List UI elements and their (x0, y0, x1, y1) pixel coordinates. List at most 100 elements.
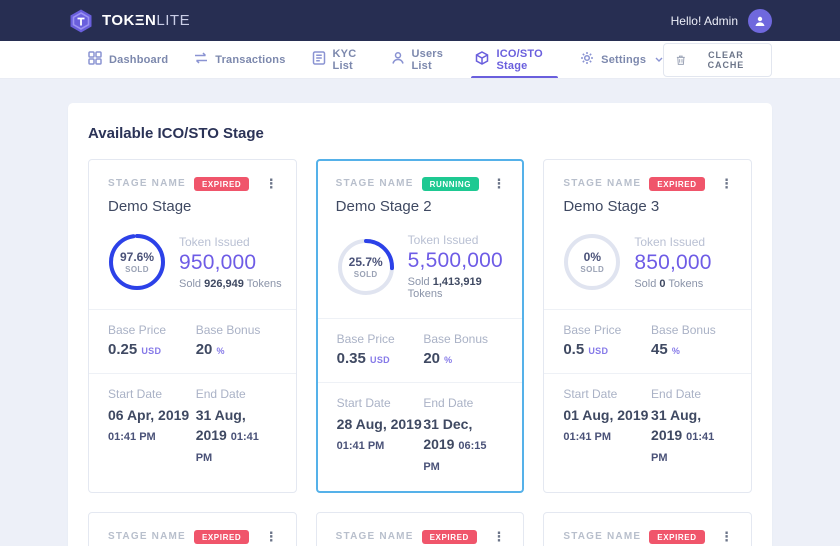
end-date-value: 31 Aug, 2019 01:41 PM (651, 405, 732, 467)
clear-cache-button[interactable]: CLEAR CACHE (663, 43, 772, 77)
stage-card: STAGE NAME EXPIRED ⋮ Demo Stage 97.6% SO… (88, 159, 297, 493)
top-header-bar: TOKΞNLITE Hello! Admin (0, 0, 840, 41)
stage-card: STAGE NAME EXPIRED ⋮ Demo Stage 3 0% SOL… (543, 159, 752, 493)
user-avatar[interactable] (748, 9, 772, 33)
nav-item-ico-sto-stage[interactable]: ICO/STO Stage (475, 41, 554, 78)
stage-card: STAGE NAME EXPIRED ⋮ Demo Stage 5 0% SOL… (316, 512, 525, 546)
base-price-unit: USD (141, 346, 161, 356)
stage-card: STAGE NAME RUNNING ⋮ Demo Stage 2 25.7% … (316, 159, 525, 493)
end-date-label: End Date (423, 396, 503, 410)
base-bonus-unit: % (672, 346, 680, 356)
base-price-unit: USD (588, 346, 608, 356)
status-badge: EXPIRED (649, 177, 704, 191)
base-price-value: 0.25 USD (108, 341, 196, 358)
start-date-value: 28 Aug, 2019 01:41 PM (337, 414, 424, 455)
status-badge: EXPIRED (194, 530, 249, 544)
nav-item-label: ICO/STO Stage (496, 48, 554, 72)
status-badge: EXPIRED (422, 530, 477, 544)
base-price-label: Base Price (337, 332, 424, 346)
start-date-label: Start Date (337, 396, 424, 410)
sold-percent: 97.6% (120, 250, 154, 264)
token-issued-value: 850,000 (634, 251, 711, 275)
token-issued-value: 950,000 (179, 251, 282, 275)
base-bonus-unit: % (217, 346, 225, 356)
base-bonus-label: Base Bonus (651, 323, 732, 337)
stage-name-label: STAGE NAME (336, 531, 414, 542)
status-badge: EXPIRED (649, 530, 704, 544)
trash-icon (676, 54, 686, 66)
card-menu-button[interactable]: ⋮ (261, 528, 282, 545)
sold-tokens-line: Sold 926,949 Tokens (179, 278, 282, 290)
stage-title: Demo Stage 3 (563, 198, 737, 215)
settings-icon (580, 51, 594, 68)
brand[interactable]: TOKΞNLITE (68, 8, 190, 34)
base-price-label: Base Price (108, 323, 196, 337)
nav-item-transactions[interactable]: Transactions (194, 41, 285, 78)
main-navbar: Dashboard Transactions KYC List Users List I… (0, 41, 840, 79)
card-menu-button[interactable]: ⋮ (261, 175, 282, 192)
nav-item-users-list[interactable]: Users List (391, 41, 450, 78)
brand-text-light: LITE (156, 12, 190, 29)
ico-sto-icon (475, 51, 489, 68)
base-bonus-value: 20 % (196, 341, 277, 358)
start-date-value: 01 Aug, 2019 01:41 PM (563, 405, 651, 446)
brand-text: TOKΞNLITE (102, 12, 190, 29)
base-bonus-value: 20 % (423, 350, 503, 367)
token-issued-label: Token Issued (634, 235, 711, 249)
sold-progress-ring: 0% SOLD (563, 233, 621, 291)
chevron-down-icon (655, 57, 663, 62)
base-price-value: 0.5 USD (563, 341, 651, 358)
nav-item-settings[interactable]: Settings (580, 41, 663, 78)
clear-cache-label: CLEAR CACHE (693, 50, 759, 70)
end-date-value: 31 Aug, 2019 01:41 PM (196, 405, 277, 467)
start-date-value: 06 Apr, 2019 01:41 PM (108, 405, 196, 446)
base-price-unit: USD (370, 355, 390, 365)
card-menu-button[interactable]: ⋮ (716, 528, 737, 545)
status-badge: RUNNING (422, 177, 480, 191)
token-issued-label: Token Issued (179, 235, 282, 249)
sold-tokens-line: Sold 1,413,919 Tokens (408, 276, 509, 300)
person-icon (754, 15, 766, 27)
dashboard-icon (88, 51, 102, 68)
end-date-label: End Date (651, 387, 732, 401)
base-price-value: 0.35 USD (337, 350, 424, 367)
sold-tokens-value: 1,413,919 (433, 276, 482, 288)
start-time: 01:41 PM (337, 440, 385, 452)
sold-tokens-value: 926,949 (204, 278, 244, 290)
stage-card: STAGE NAME EXPIRED ⋮ Demo Stage 6 0% SOL… (543, 512, 752, 546)
kyc-list-icon (312, 51, 326, 68)
card-menu-button[interactable]: ⋮ (716, 175, 737, 192)
base-bonus-label: Base Bonus (423, 332, 503, 346)
start-date-label: Start Date (563, 387, 651, 401)
end-date-label: End Date (196, 387, 277, 401)
tokenlite-logo-icon (68, 8, 94, 34)
stage-cards-grid: STAGE NAME EXPIRED ⋮ Demo Stage 97.6% SO… (88, 159, 752, 546)
stage-name-label: STAGE NAME (108, 178, 186, 189)
users-list-icon (391, 51, 405, 68)
sold-word: SOLD (580, 265, 604, 274)
nav-item-dashboard[interactable]: Dashboard (88, 41, 168, 78)
stage-title: Demo Stage (108, 198, 282, 215)
sold-progress-ring: 97.6% SOLD (108, 233, 166, 291)
sold-percent: 0% (584, 250, 601, 264)
stage-name-label: STAGE NAME (563, 178, 641, 189)
card-menu-button[interactable]: ⋮ (488, 175, 509, 192)
transactions-icon (194, 51, 208, 68)
base-bonus-label: Base Bonus (196, 323, 277, 337)
sold-word: SOLD (125, 265, 149, 274)
page-title: Available ICO/STO Stage (88, 125, 752, 142)
stage-title: Demo Stage 2 (336, 198, 510, 215)
sold-progress-ring: 25.7% SOLD (337, 238, 395, 296)
sold-percent: 25.7% (349, 255, 383, 269)
start-time: 01:41 PM (563, 431, 611, 443)
nav-item-kyc-list[interactable]: KYC List (312, 41, 365, 78)
base-bonus-value: 45 % (651, 341, 732, 358)
nav-item-label: Transactions (215, 54, 285, 66)
start-date-label: Start Date (108, 387, 196, 401)
sold-tokens-value: 0 (659, 278, 665, 290)
base-bonus-unit: % (444, 355, 452, 365)
token-issued-label: Token Issued (408, 233, 509, 247)
sold-word: SOLD (354, 270, 378, 279)
nav-item-label: KYC List (333, 48, 365, 72)
card-menu-button[interactable]: ⋮ (488, 528, 509, 545)
